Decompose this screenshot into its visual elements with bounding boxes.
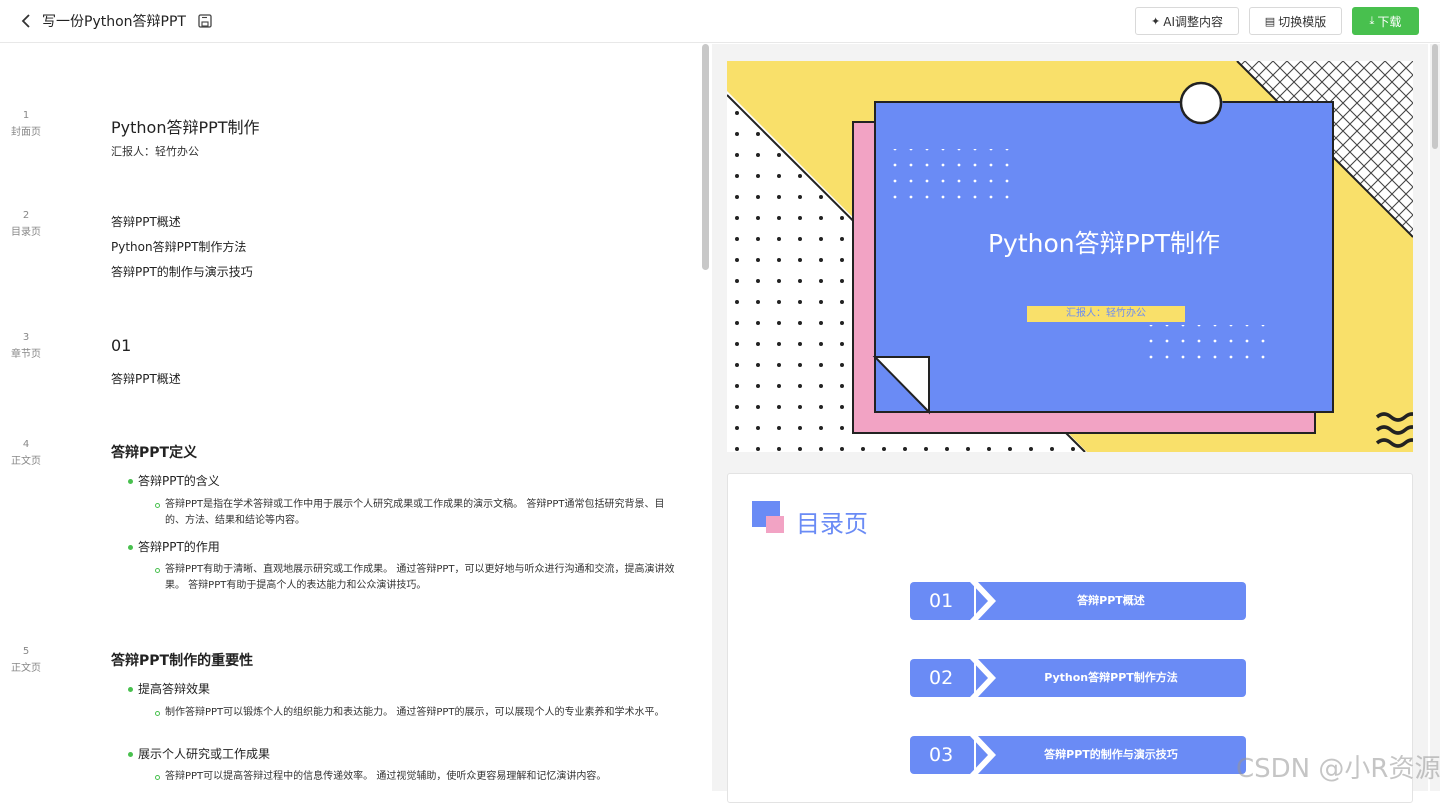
page-type: 目录页 — [11, 227, 41, 238]
cover-slide-title: Python答辩PPT制作 — [987, 229, 1221, 258]
bullet-dot — [128, 752, 133, 757]
chevron-right-icon — [970, 582, 996, 620]
preview-scrollbar-thumb[interactable] — [1432, 44, 1438, 149]
download-button[interactable]: ⤓ 下载 — [1352, 7, 1419, 35]
toc-item[interactable]: Python答辩PPT制作方法 — [111, 238, 246, 255]
toc-number: 03 — [910, 736, 974, 774]
toc-row: 03 答辩PPT的制作与演示技巧 — [910, 736, 1246, 774]
page-number: 5 — [22, 646, 30, 657]
sub-bullet-text: 答辩PPT是指在学术答辩或工作中用于展示个人研究成果或工作成果的演示文稿。 答辩… — [165, 499, 665, 526]
toc-slide-title: 目录页 — [796, 510, 868, 538]
switch-template-button[interactable]: ▤ 切换模版 — [1249, 7, 1342, 35]
page-type: 正文页 — [11, 456, 41, 467]
toc-label: 答辩PPT的制作与演示技巧 — [976, 736, 1246, 774]
sub-bullet-text: 答辩PPT有助于清晰、直观地展示研究或工作成果。 通过答辩PPT，可以更好地与听… — [165, 564, 675, 591]
sub-bullet-item[interactable]: 制作答辩PPT可以锻炼个人的组织能力和表达能力。 通过答辩PPT的展示，可以展现… — [155, 705, 680, 721]
bullet-ring — [155, 775, 160, 780]
top-bar: 写一份Python答辩PPT ✦ AI调整内容 ▤ 切换模版 ⤓ 下载 — [0, 0, 1440, 43]
preview-scrollbar-track[interactable] — [1430, 44, 1440, 791]
chapter-number[interactable]: 01 — [111, 336, 131, 355]
download-icon: ⤓ — [1369, 14, 1375, 27]
download-label: 下载 — [1377, 14, 1402, 29]
cover-reporter[interactable]: 汇报人：轻竹办公 — [111, 143, 199, 159]
chevron-left-icon[interactable] — [20, 12, 34, 30]
bullet-item[interactable]: 答辩PPT的作用 — [128, 538, 220, 555]
toc-item[interactable]: 答辩PPT概述 — [111, 213, 181, 230]
watermark: CSDN @小R资源 — [1236, 754, 1440, 784]
sub-bullet-item[interactable]: 答辩PPT是指在学术答辩或工作中用于展示个人研究成果或工作成果的演示文稿。 答辩… — [155, 497, 680, 529]
toc-label: 答辩PPT概述 — [976, 582, 1246, 620]
sub-bullet-item[interactable]: 答辩PPT可以提高答辩过程中的信息传递效率。 通过视觉辅助，使听众更容易理解和记… — [155, 769, 680, 785]
bullet-ring — [155, 711, 160, 716]
page-number: 2 — [22, 210, 30, 221]
bullet-ring — [155, 568, 160, 573]
bullet-dot — [128, 479, 133, 484]
switch-template-label: 切换模版 — [1278, 14, 1327, 29]
toc-row: 01 答辩PPT概述 — [910, 582, 1246, 620]
chevron-right-icon — [970, 659, 996, 697]
toc-item[interactable]: 答辩PPT的制作与演示技巧 — [111, 263, 253, 280]
save-icon[interactable] — [198, 14, 212, 28]
section-heading[interactable]: 答辩PPT定义 — [111, 442, 197, 462]
bullet-dot — [128, 687, 133, 692]
bullet-text: 答辩PPT的作用 — [138, 540, 220, 554]
sub-bullet-text: 制作答辩PPT可以锻炼个人的组织能力和表达能力。 通过答辩PPT的展示，可以展现… — [165, 707, 665, 718]
bullet-text: 答辩PPT的含义 — [138, 474, 220, 488]
bullet-dot — [128, 545, 133, 550]
page-type: 正文页 — [11, 663, 41, 674]
bullet-text: 提高答辩效果 — [138, 682, 211, 696]
page-number: 4 — [22, 439, 30, 450]
ai-adjust-label: AI调整内容 — [1163, 14, 1223, 29]
bullet-item[interactable]: 答辩PPT的含义 — [128, 472, 220, 489]
outline-scrollbar-thumb[interactable] — [702, 44, 709, 270]
toc-number: 01 — [910, 582, 974, 620]
sub-bullet-item[interactable]: 答辩PPT有助于清晰、直观地展示研究或工作成果。 通过答辩PPT，可以更好地与听… — [155, 562, 680, 594]
chapter-title[interactable]: 答辩PPT概述 — [111, 370, 181, 387]
toc-deco-square — [766, 516, 784, 533]
toc-number: 02 — [910, 659, 974, 697]
sub-bullet-text: 答辩PPT可以提高答辩过程中的信息传递效率。 通过视觉辅助，使听众更容易理解和记… — [165, 771, 607, 782]
page-number: 3 — [22, 332, 30, 343]
chevron-right-icon — [970, 736, 996, 774]
toc-row: 02 Python答辩PPT制作方法 — [910, 659, 1246, 697]
document-title[interactable]: 写一份Python答辩PPT — [42, 11, 186, 31]
bullet-ring — [155, 503, 160, 508]
page-number: 1 — [22, 110, 30, 121]
bullet-item[interactable]: 展示个人研究或工作成果 — [128, 745, 270, 762]
section-heading[interactable]: 答辩PPT制作的重要性 — [111, 650, 253, 670]
outline-panel[interactable] — [0, 44, 700, 791]
layout-icon: ▤ — [1264, 14, 1276, 28]
toc-label: Python答辩PPT制作方法 — [976, 659, 1246, 697]
bullet-text: 展示个人研究或工作成果 — [138, 747, 271, 761]
page-type: 封面页 — [11, 127, 41, 138]
page-type: 章节页 — [11, 349, 41, 360]
bullet-item[interactable]: 提高答辩效果 — [128, 680, 210, 697]
cover-slide-reporter: 汇报人：轻竹办公 — [1027, 306, 1185, 322]
sparkle-icon: ✦ — [1151, 14, 1161, 28]
ai-adjust-button[interactable]: ✦ AI调整内容 — [1135, 7, 1239, 35]
cover-title[interactable]: Python答辩PPT制作 — [111, 114, 260, 138]
